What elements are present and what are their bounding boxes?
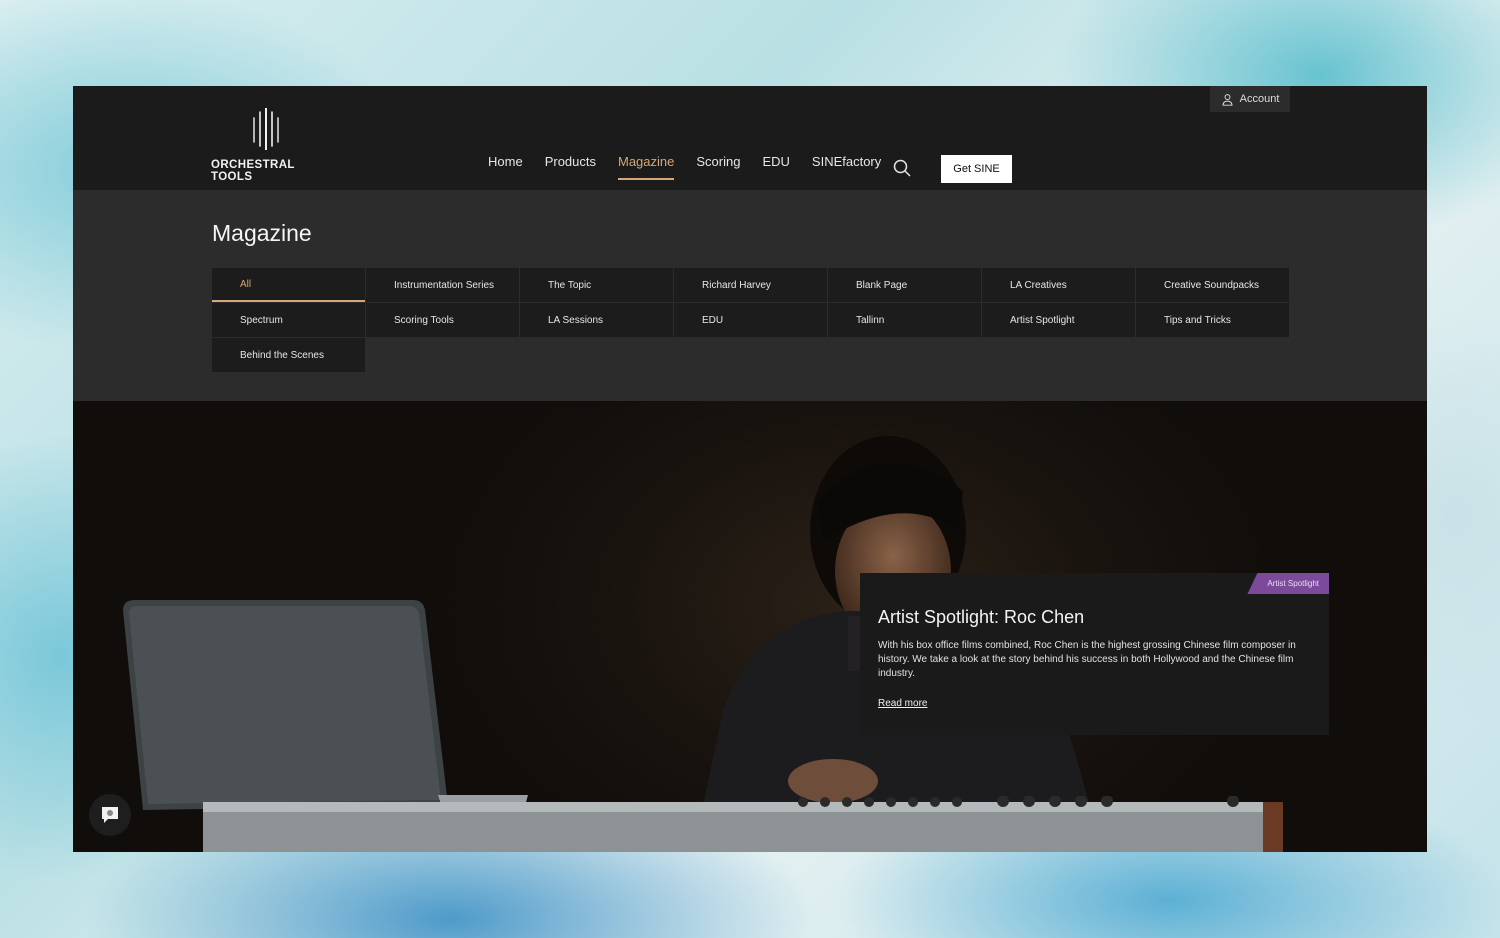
get-sine-button[interactable]: Get SINE [941,155,1012,183]
feature-card: Artist Spotlight Artist Spotlight: Roc C… [860,573,1329,735]
logo-text: ORCHESTRAL TOOLS [211,159,295,183]
magazine-section: Magazine All Instrumentation Series The … [73,190,1427,401]
chat-icon [102,807,118,823]
page-title: Magazine [212,220,312,246]
category-all[interactable]: All [212,268,365,302]
feature-title: Artist Spotlight: Roc Chen [878,607,1085,627]
hero-photo-laptop [123,600,528,810]
hero-photo-keyboard [203,796,1283,852]
category-spectrum[interactable]: Spectrum [212,303,365,337]
nav-home[interactable]: Home [488,154,523,178]
category-badge: Artist Spotlight [1247,573,1329,594]
account-button[interactable]: Account [1210,86,1290,112]
category-la-sessions[interactable]: LA Sessions [520,303,673,337]
nav-products[interactable]: Products [545,154,596,178]
category-blank-page[interactable]: Blank Page [828,268,981,302]
logo-icon [253,108,279,150]
account-label: Account [1239,93,1280,105]
category-scoring-tools[interactable]: Scoring Tools [366,303,519,337]
chat-button[interactable] [89,794,131,836]
user-icon [1222,93,1233,106]
site-header: Account ORCHESTRAL TOOLS Home Products M… [73,86,1427,191]
category-instrumentation-series[interactable]: Instrumentation Series [366,268,519,302]
nav-scoring[interactable]: Scoring [696,154,740,178]
category-creative-soundpacks[interactable]: Creative Soundpacks [1136,268,1289,302]
logo[interactable]: ORCHESTRAL TOOLS [211,108,321,183]
category-behind-the-scenes[interactable]: Behind the Scenes [212,338,365,372]
read-more-link[interactable]: Read more [878,698,927,709]
category-richard-harvey[interactable]: Richard Harvey [674,268,827,302]
main-nav: Home Products Magazine Scoring EDU SINEf… [488,154,881,180]
category-artist-spotlight[interactable]: Artist Spotlight [982,303,1135,337]
category-the-topic[interactable]: The Topic [520,268,673,302]
site-frame: Account ORCHESTRAL TOOLS Home Products M… [73,86,1427,852]
category-la-creatives[interactable]: LA Creatives [982,268,1135,302]
nav-magazine[interactable]: Magazine [618,154,675,180]
category-tips-and-tricks[interactable]: Tips and Tricks [1136,303,1289,337]
nav-sinefactory[interactable]: SINEfactory [812,154,881,178]
search-icon[interactable] [893,159,911,177]
category-tallinn[interactable]: Tallinn [828,303,981,337]
feature-description: With his box office films combined, Roc … [878,640,1296,679]
category-filter: All Instrumentation Series The Topic Ric… [212,268,1290,372]
category-edu[interactable]: EDU [674,303,827,337]
nav-edu[interactable]: EDU [762,154,789,178]
hero-feature: Artist Spotlight Artist Spotlight: Roc C… [73,401,1427,852]
